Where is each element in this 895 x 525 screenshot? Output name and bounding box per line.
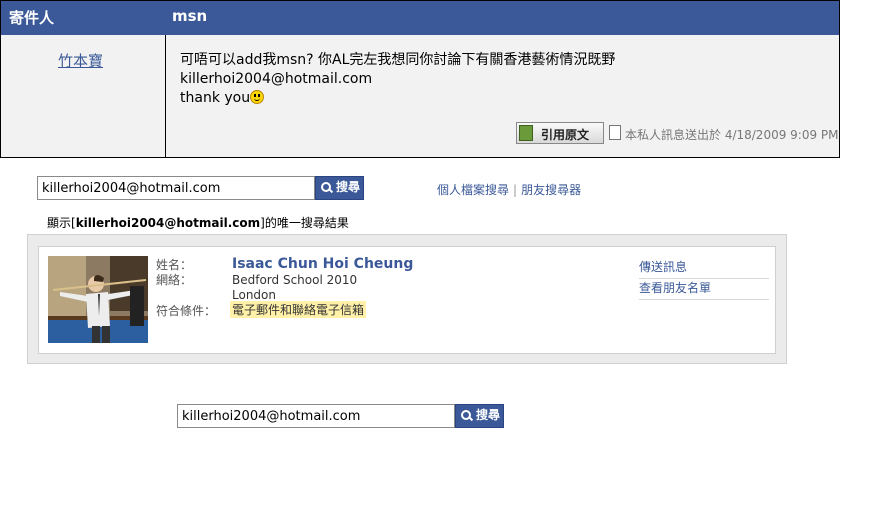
result-name-link[interactable]: Isaac Chun Hoi Cheung (232, 256, 413, 272)
message-line-1: 可唔可以add我msn? 你AL完左我想同你討論下有關香港藝術情況既野 (180, 52, 616, 68)
smiley-icon (250, 90, 265, 104)
network-line-2: London (232, 288, 276, 302)
column-divider (165, 35, 166, 158)
quote-original-button[interactable]: 引用原文 (516, 122, 604, 144)
message-body: 可唔可以add我msn? 你AL完左我想同你討論下有關香港藝術情況既野 kill… (180, 51, 615, 108)
friend-finder-link[interactable]: 朋友搜尋器 (521, 183, 581, 197)
message-line-3-text: thank you (180, 90, 251, 106)
send-message-link[interactable]: 傳送訊息 (639, 258, 769, 279)
search-icon (321, 182, 331, 192)
sender-name-link[interactable]: 竹本寶 (58, 50, 103, 71)
search-icon (461, 410, 471, 420)
view-friends-link[interactable]: 查看朋友名單 (639, 279, 769, 300)
sent-timestamp: 本私人訊息送出於 4/18/2009 9:09 PM (625, 128, 839, 142)
quote-icon (519, 125, 533, 141)
message-line-3: thank you (180, 89, 615, 108)
results-prefix: 顯示[ (47, 216, 76, 230)
search-button-label: 搜尋 (476, 408, 501, 422)
header-subject: msn (172, 7, 208, 25)
profile-photo-image (48, 256, 148, 343)
message-header (1, 1, 839, 35)
link-separator: | (513, 183, 518, 197)
search-button-top[interactable]: 搜尋 (315, 176, 364, 200)
results-summary: 顯示[killerhoi2004@hotmail.com]的唯一搜尋結果 (47, 214, 349, 231)
match-label: 符合條件： (156, 304, 217, 318)
search-input-bottom[interactable] (177, 404, 455, 428)
match-value: 電子郵件和聯絡電子信箱 (230, 301, 367, 318)
search-input-top[interactable] (37, 176, 315, 200)
document-icon (609, 125, 621, 140)
profile-search-link[interactable]: 個人檔案搜尋 (437, 183, 509, 197)
header-sender-label: 寄件人 (9, 9, 55, 27)
network-line-1: Bedford School 2010 (232, 273, 358, 287)
message-line-2: killerhoi2004@hotmail.com (180, 71, 373, 87)
results-suffix: ]的唯一搜尋結果 (260, 216, 349, 230)
profile-photo[interactable] (48, 256, 148, 343)
results-query: killerhoi2004@hotmail.com (75, 216, 261, 230)
search-button-bottom[interactable]: 搜尋 (455, 404, 504, 428)
quote-button-label: 引用原文 (541, 128, 590, 142)
search-links: 個人檔案搜尋 | 朋友搜尋器 (437, 181, 581, 198)
network-label: 網絡： (156, 273, 193, 287)
search-button-label: 搜尋 (336, 180, 361, 194)
